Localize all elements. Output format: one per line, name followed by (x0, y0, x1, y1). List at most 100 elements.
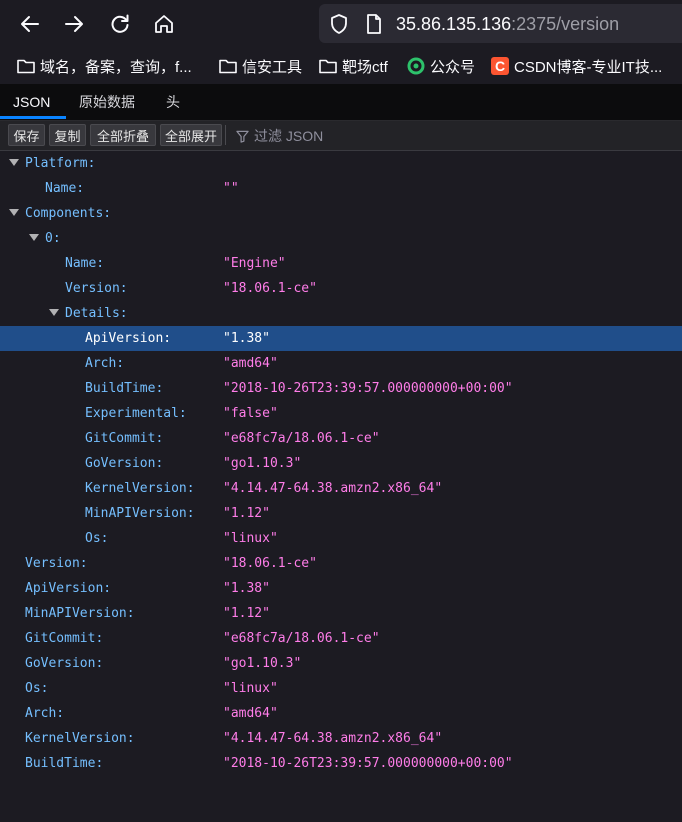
row-value: "1.38" (223, 331, 270, 346)
row-value: "linux" (223, 681, 278, 696)
tree-row[interactable]: GitCommit: "e68fc7a/18.06.1-ce" (0, 626, 682, 651)
save-button[interactable]: 保存 (8, 124, 45, 146)
bookmark-wechat[interactable]: 公众号 (406, 55, 475, 77)
tree-row[interactable]: MinAPIVersion: "1.12" (0, 501, 682, 526)
row-key: KernelVersion: (25, 731, 135, 746)
row-value: "Engine" (223, 256, 286, 271)
tree-row[interactable]: ApiVersion: "1.38" (0, 576, 682, 601)
folder-icon (219, 59, 237, 74)
bookmark-label: 公众号 (430, 58, 476, 76)
tree-row[interactable]: Name: "Engine" (0, 251, 682, 276)
bookmark-folder-ctf[interactable]: 靶场ctf (318, 55, 388, 77)
row-value: "go1.10.3" (223, 456, 302, 471)
row-value: "amd64" (223, 706, 278, 721)
expand-toggle-icon[interactable] (49, 309, 59, 316)
tree-row[interactable]: Experimental: "false" (0, 401, 682, 426)
tree-row-components[interactable]: Components: (0, 201, 682, 226)
tree-row[interactable]: BuildTime: "2018-10-26T23:39:57.000000000… (0, 376, 682, 401)
tree-row[interactable]: Os: "linux" (0, 676, 682, 701)
tree-row[interactable]: BuildTime: "2018-10-26T23:39:57.000000000… (0, 751, 682, 776)
tree-row[interactable]: Os: "linux" (0, 526, 682, 551)
bookmark-folder-domain[interactable]: 域名，备案，查询，f... (16, 55, 192, 77)
tree-row[interactable]: Arch: "amd64" (0, 351, 682, 376)
url-host: 35.86.135.136 (396, 14, 512, 34)
expand-all-button[interactable]: 全部展开 (160, 124, 222, 146)
row-value: "2018-10-26T23:39:57.000000000+00:00" (223, 381, 513, 396)
forward-button[interactable] (58, 8, 90, 40)
folder-icon (319, 59, 337, 74)
folder-icon (17, 59, 35, 74)
row-key: GoVersion: (85, 456, 164, 471)
bookmark-label: 域名，备案，查询，f... (40, 58, 192, 76)
tree-row-selected[interactable]: ApiVersion: "1.38" (0, 326, 682, 351)
row-value: "4.14.47-64.38.amzn2.x86_64" (223, 731, 443, 746)
row-key: Version: (25, 556, 88, 571)
tree-row[interactable]: Arch: "amd64" (0, 701, 682, 726)
json-toolbar: 保存 复制 全部折叠 全部展开 过滤 JSON (0, 121, 682, 151)
row-key: GitCommit: (25, 631, 104, 646)
tree-row[interactable]: Version: "18.06.1-ce" (0, 551, 682, 576)
bookmarks-toolbar: 域名，备案，查询，f... 信安工具 靶场ctf 公众号 C CSDN博客-专业… (0, 48, 682, 84)
row-key: 0: (45, 231, 61, 246)
url-path: :2375/version (511, 14, 620, 34)
row-key: Version: (65, 281, 128, 296)
row-key: Details: (65, 306, 128, 321)
row-key: BuildTime: (25, 756, 104, 771)
row-value: "" (223, 181, 239, 196)
page-info-icon[interactable] (363, 13, 385, 35)
copy-button[interactable]: 复制 (49, 124, 86, 146)
row-key: ApiVersion: (85, 331, 172, 346)
tab-json[interactable]: JSON (13, 84, 50, 120)
bookmark-label: 信安工具 (242, 58, 303, 76)
row-value: "false" (223, 406, 278, 421)
expand-toggle-icon[interactable] (29, 234, 39, 241)
filter-icon (236, 130, 249, 143)
tree-row-platform[interactable]: Platform: (0, 151, 682, 176)
row-value: "1.38" (223, 581, 270, 596)
row-key: Os: (85, 531, 109, 546)
tree-row[interactable]: Version: "18.06.1-ce" (0, 276, 682, 301)
expand-toggle-icon[interactable] (9, 209, 19, 216)
tree-row[interactable]: GoVersion: "go1.10.3" (0, 451, 682, 476)
tracking-protection-shield-icon[interactable] (328, 13, 350, 35)
svg-text:C: C (495, 58, 505, 74)
back-button[interactable] (14, 8, 46, 40)
home-button[interactable] (148, 8, 180, 40)
json-viewer-tabs: JSON 原始数据 头 (0, 84, 682, 121)
tree-row[interactable]: KernelVersion: "4.14.47-64.38.amzn2.x86_6… (0, 726, 682, 751)
tree-row-component-0[interactable]: 0: (0, 226, 682, 251)
row-value: "1.12" (223, 606, 270, 621)
bookmark-label: CSDN博客-专业IT技... (514, 58, 663, 76)
tree-row[interactable]: Name: "" (0, 176, 682, 201)
bookmark-label: 靶场ctf (342, 58, 388, 76)
row-key: BuildTime: (85, 381, 164, 396)
row-key: Os: (25, 681, 49, 696)
tree-row[interactable]: GoVersion: "go1.10.3" (0, 651, 682, 676)
tree-row[interactable]: MinAPIVersion: "1.12" (0, 601, 682, 626)
row-key: GitCommit: (85, 431, 164, 446)
filter-json-input[interactable]: 过滤 JSON (236, 126, 323, 146)
row-key: Platform: (25, 156, 96, 171)
row-value: "e68fc7a/18.06.1-ce" (223, 631, 380, 646)
expand-toggle-icon[interactable] (9, 159, 19, 166)
collapse-all-button[interactable]: 全部折叠 (90, 124, 156, 146)
row-key: MinAPIVersion: (25, 606, 135, 621)
reload-button[interactable] (104, 8, 136, 40)
active-tab-indicator (0, 116, 66, 119)
tree-row[interactable]: KernelVersion: "4.14.47-64.38.amzn2.x86_6… (0, 476, 682, 501)
row-key: Experimental: (85, 406, 187, 421)
row-key: GoVersion: (25, 656, 104, 671)
navigation-bar: 35.86.135.136:2375/version (0, 0, 682, 48)
tab-raw-data[interactable]: 原始数据 (79, 84, 135, 120)
tree-row-details[interactable]: Details: (0, 301, 682, 326)
bookmark-csdn[interactable]: C CSDN博客-专业IT技... (490, 55, 662, 77)
wechat-icon (407, 57, 425, 75)
tab-headers[interactable]: 头 (166, 84, 180, 120)
address-bar[interactable]: 35.86.135.136:2375/version (319, 4, 682, 43)
bookmark-folder-security-tools[interactable]: 信安工具 (218, 55, 302, 77)
forward-arrow-icon (65, 16, 83, 32)
tree-row[interactable]: GitCommit: "e68fc7a/18.06.1-ce" (0, 426, 682, 451)
filter-placeholder: 过滤 JSON (254, 128, 324, 144)
toolbar-divider (225, 125, 226, 145)
row-key: Arch: (85, 356, 125, 371)
